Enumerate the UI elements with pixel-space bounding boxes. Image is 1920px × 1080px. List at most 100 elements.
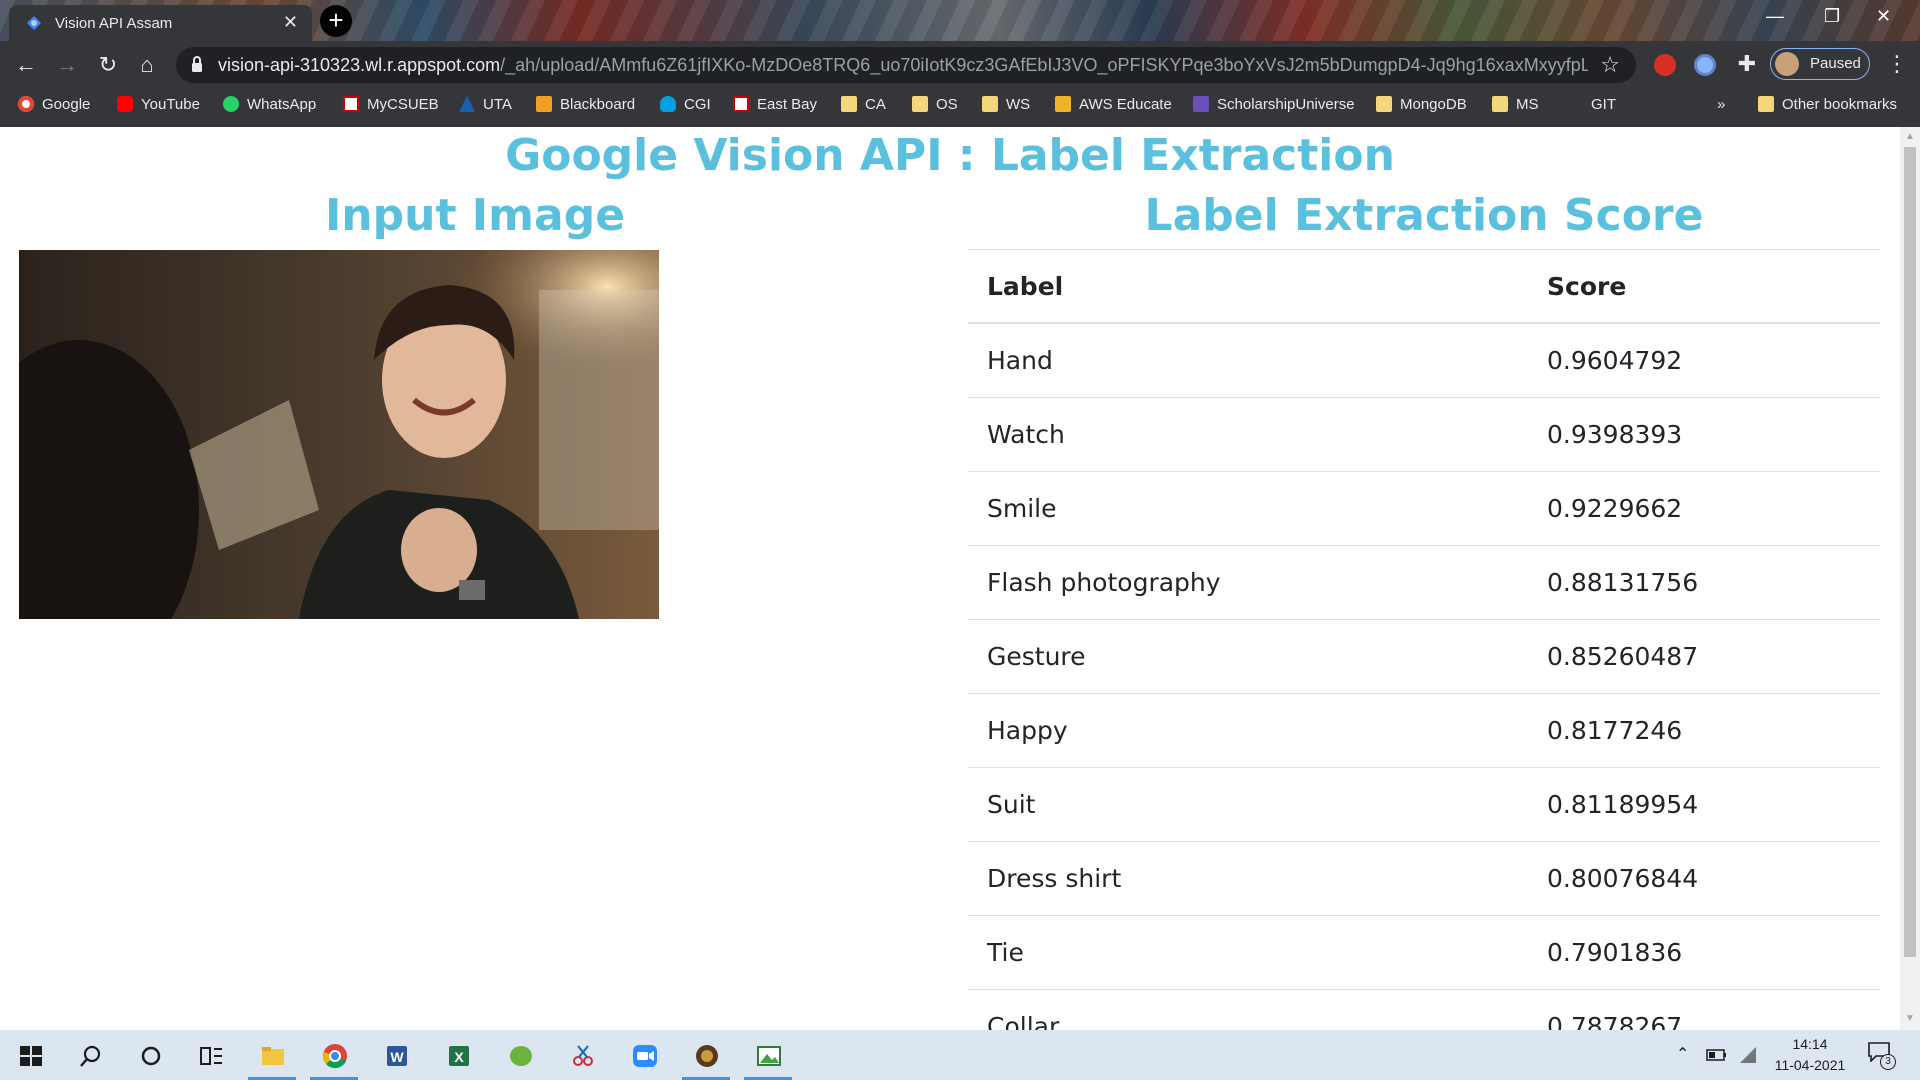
scholarship-icon bbox=[1193, 96, 1209, 112]
windows-taskbar: W X ⌃ 14:14 11-04-2021 3 bbox=[0, 1030, 1920, 1080]
extension-red-icon[interactable] bbox=[1654, 54, 1676, 76]
bookmarks-bar: Google YouTube WhatsApp MyCSUEB UTA Blac… bbox=[0, 88, 1920, 127]
score-cell: 0.9229662 bbox=[1528, 471, 1880, 546]
url-text[interactable]: vision-api-310323.wl.r.appspot.com/_ah/u… bbox=[218, 55, 1588, 76]
file-explorer-app[interactable] bbox=[244, 1030, 300, 1080]
bookmark-folder-ca[interactable]: CA bbox=[841, 88, 886, 121]
snipping-tool-app[interactable] bbox=[554, 1030, 610, 1080]
extension-circle-icon[interactable] bbox=[1694, 54, 1716, 76]
eb-logo-icon bbox=[733, 96, 749, 112]
column-header-score: Score bbox=[1528, 249, 1880, 324]
label-cell: Flash photography bbox=[968, 545, 1528, 620]
scroll-up-arrow-icon[interactable]: ▲ bbox=[1905, 131, 1915, 142]
notification-center-button[interactable]: 3 bbox=[1868, 1042, 1896, 1070]
folder-icon bbox=[982, 96, 998, 112]
game-emblem-icon bbox=[696, 1045, 718, 1067]
label-cell: Hand bbox=[968, 322, 1528, 398]
svg-text:W: W bbox=[390, 1049, 404, 1065]
scroll-down-arrow-icon[interactable]: ▼ bbox=[1905, 1013, 1915, 1024]
folder-icon bbox=[1376, 96, 1392, 112]
cortana-button[interactable] bbox=[122, 1030, 178, 1080]
chrome-icon bbox=[323, 1044, 347, 1069]
wifi-icon[interactable] bbox=[1738, 1045, 1758, 1065]
label-cell: Gesture bbox=[968, 619, 1528, 694]
aws-box-icon bbox=[1055, 96, 1071, 112]
close-window-icon[interactable]: ✕ bbox=[1876, 6, 1891, 27]
folder-icon bbox=[1492, 96, 1508, 112]
page-content: Google Vision API : Label Extraction Inp… bbox=[0, 127, 1900, 1030]
task-view-icon bbox=[200, 1047, 222, 1065]
task-view-button[interactable] bbox=[182, 1030, 238, 1080]
table-row: Hand 0.9604792 bbox=[968, 322, 1880, 398]
score-cell: 0.8177246 bbox=[1528, 693, 1880, 768]
restore-icon[interactable]: ❐ bbox=[1824, 6, 1840, 27]
close-icon[interactable]: ✕ bbox=[283, 12, 298, 33]
image-viewer-app[interactable] bbox=[740, 1030, 796, 1080]
input-photo bbox=[19, 250, 659, 619]
score-cell: 0.7901836 bbox=[1528, 915, 1880, 990]
other-bookmarks[interactable]: Other bookmarks bbox=[1758, 88, 1897, 121]
zoom-camera-icon bbox=[633, 1045, 657, 1067]
table-row: Suit 0.81189954 bbox=[968, 767, 1880, 842]
score-cell: 0.7878267 bbox=[1528, 989, 1880, 1030]
bookmark-folder-os[interactable]: OS bbox=[912, 88, 958, 121]
lock-icon[interactable] bbox=[190, 55, 204, 73]
system-clock[interactable]: 14:14 11-04-2021 bbox=[1770, 1034, 1850, 1076]
bookmark-google[interactable]: Google bbox=[18, 88, 90, 121]
scrollbar-thumb[interactable] bbox=[1904, 147, 1916, 957]
bookmark-aws-educate[interactable]: AWS Educate bbox=[1055, 88, 1172, 121]
leaf-icon bbox=[510, 1046, 532, 1066]
excel-app[interactable]: X bbox=[430, 1030, 486, 1080]
score-cell: 0.81189954 bbox=[1528, 767, 1880, 842]
table-row: Watch 0.9398393 bbox=[968, 397, 1880, 472]
battery-icon[interactable] bbox=[1706, 1047, 1728, 1063]
bookmark-folder-ms[interactable]: MS bbox=[1492, 88, 1539, 121]
label-cell: Watch bbox=[968, 397, 1528, 472]
search-button[interactable] bbox=[62, 1030, 118, 1080]
address-bar[interactable]: vision-api-310323.wl.r.appspot.com/_ah/u… bbox=[176, 47, 1636, 83]
score-cell: 0.9398393 bbox=[1528, 397, 1880, 472]
input-image-heading: Input Image bbox=[324, 190, 626, 241]
extensions-puzzle-icon[interactable]: ✚ bbox=[1733, 51, 1761, 77]
bookmark-folder-ws[interactable]: WS bbox=[982, 88, 1030, 121]
cloud-api-icon bbox=[27, 16, 41, 30]
home-icon[interactable]: ⌂ bbox=[133, 52, 161, 78]
minimize-icon[interactable]: — bbox=[1766, 6, 1784, 27]
label-cell: Collar bbox=[968, 989, 1528, 1030]
bookmark-blackboard[interactable]: Blackboard bbox=[536, 88, 635, 121]
zoom-app[interactable] bbox=[616, 1030, 672, 1080]
chevron-up-icon[interactable]: ⌃ bbox=[1676, 1044, 1689, 1064]
chrome-app[interactable] bbox=[306, 1030, 362, 1080]
eb-logo-icon bbox=[343, 96, 359, 112]
tab-title: Vision API Assam bbox=[55, 15, 173, 32]
bookmark-cgi[interactable]: CGI bbox=[660, 88, 711, 121]
bookmark-east-bay[interactable]: East Bay bbox=[733, 88, 817, 121]
bookmark-youtube[interactable]: YouTube bbox=[117, 88, 200, 121]
spring-tool-app[interactable] bbox=[492, 1030, 548, 1080]
bookmark-folder-mongodb[interactable]: MongoDB bbox=[1376, 88, 1467, 121]
profile-button[interactable]: Paused bbox=[1770, 48, 1870, 80]
kebab-menu-icon[interactable]: ⋮ bbox=[1886, 51, 1908, 77]
word-app[interactable]: W bbox=[368, 1030, 424, 1080]
start-button[interactable] bbox=[2, 1030, 58, 1080]
column-header-label: Label bbox=[968, 249, 1528, 324]
bookmark-uta[interactable]: UTA bbox=[459, 88, 512, 121]
bookmark-mycsueb[interactable]: MyCSUEB bbox=[343, 88, 439, 121]
browser-tab[interactable]: Vision API Assam ✕ bbox=[9, 5, 312, 41]
new-tab-button[interactable]: + bbox=[320, 5, 352, 37]
forward-arrow-icon[interactable]: → bbox=[53, 52, 81, 78]
search-icon bbox=[80, 1045, 101, 1067]
bookmarks-overflow-button[interactable]: » bbox=[1717, 88, 1725, 121]
game-app[interactable] bbox=[678, 1030, 734, 1080]
table-row: Gesture 0.85260487 bbox=[968, 619, 1880, 694]
back-arrow-icon[interactable]: ← bbox=[12, 52, 40, 78]
page-scrollbar[interactable]: ▲ ▼ bbox=[1900, 127, 1920, 1030]
uta-logo-icon bbox=[459, 96, 475, 112]
bookmark-whatsapp[interactable]: WhatsApp bbox=[223, 88, 316, 121]
bookmark-scholarshipuniverse[interactable]: ScholarshipUniverse bbox=[1193, 88, 1355, 121]
bookmark-git[interactable]: GIT bbox=[1591, 88, 1616, 121]
scissors-icon bbox=[573, 1045, 593, 1066]
reload-icon[interactable]: ↻ bbox=[94, 52, 122, 78]
bookmark-star-icon[interactable]: ☆ bbox=[1600, 52, 1620, 78]
windows-logo-icon bbox=[20, 1046, 42, 1066]
